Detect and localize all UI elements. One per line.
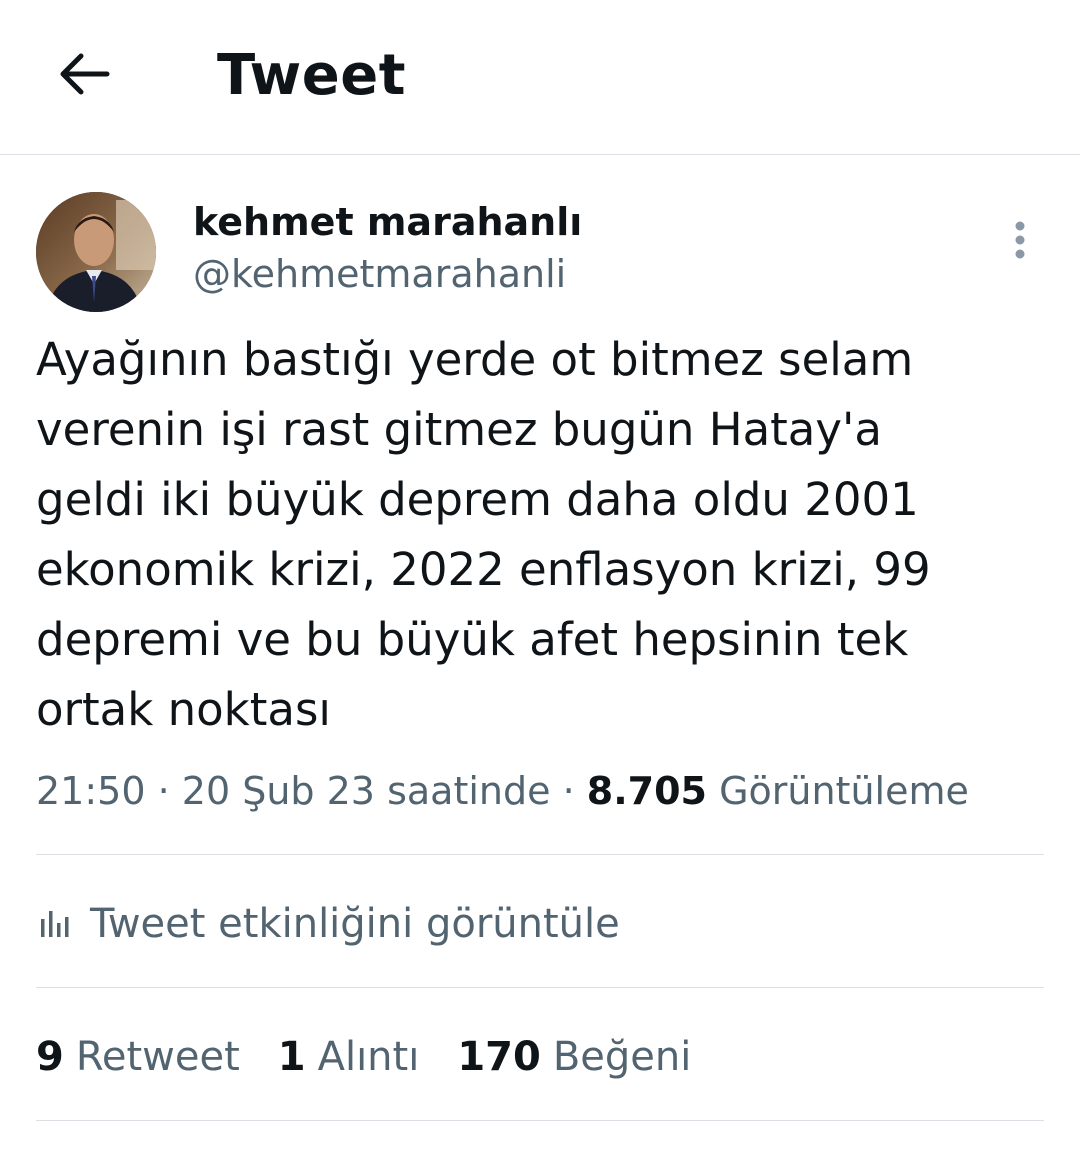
engagement-stats: 9 Retweet 1 Alıntı 170 Beğeni xyxy=(36,1030,691,1084)
page-title: Tweet xyxy=(217,43,407,108)
analytics-bars-icon xyxy=(41,911,69,937)
tweet-text-line: ekonomik krizi, 2022 enflasyon krizi, 99 xyxy=(36,543,931,596)
tweet-time[interactable]: 21:50 xyxy=(36,769,146,813)
divider xyxy=(36,987,1044,988)
tweet-text-line: Ayağının bastığı yerde ot bitmez selam xyxy=(36,333,914,386)
more-options-button[interactable] xyxy=(1000,214,1040,266)
avatar[interactable] xyxy=(36,192,156,312)
arrow-left-icon xyxy=(60,53,110,95)
view-tweet-activity-button[interactable]: Tweet etkinliğini görüntüle xyxy=(36,895,620,953)
tweet-meta: 21:50 · 20 Şub 23 saatinde · 8.705 Görün… xyxy=(36,765,969,817)
quotes-stat[interactable]: 1 Alıntı xyxy=(278,1030,420,1084)
tweet-text-line: depremi ve bu büyük afet hepsinin tek xyxy=(36,613,909,666)
meta-separator: · xyxy=(562,769,575,813)
author-handle[interactable]: @kehmetmarahanli xyxy=(193,250,566,298)
divider xyxy=(36,1120,1044,1121)
tweet-date[interactable]: 20 Şub 23 saatinde xyxy=(182,769,551,813)
likes-count: 170 xyxy=(457,1034,541,1080)
tweet-text-line: verenin işi rast gitmez bugün Hatay'a xyxy=(36,403,882,456)
activity-label: Tweet etkinliğini görüntüle xyxy=(90,901,620,947)
top-bar: Tweet xyxy=(0,0,1080,155)
views-label: Görüntüleme xyxy=(719,769,969,813)
retweets-count: 9 xyxy=(36,1034,64,1080)
tweet-text: Ayağının bastığı yerde ot bitmez selam v… xyxy=(36,325,1046,745)
tweet-text-line: ortak noktası xyxy=(36,683,331,736)
quotes-count: 1 xyxy=(277,1034,306,1080)
more-vertical-icon xyxy=(1015,221,1025,259)
likes-label: Beğeni xyxy=(552,1034,692,1080)
tweet-text-line: geldi iki büyük deprem daha oldu 2001 xyxy=(36,473,919,526)
retweets-stat[interactable]: 9 Retweet xyxy=(36,1030,240,1084)
quotes-label: Alıntı xyxy=(317,1034,420,1080)
views-count: 8.705 xyxy=(586,769,707,813)
divider xyxy=(36,854,1044,855)
likes-stat[interactable]: 170 Beğeni xyxy=(457,1030,691,1084)
meta-separator: · xyxy=(157,769,170,813)
profile-photo xyxy=(36,192,156,312)
author-display-name[interactable]: kehmet marahanlı xyxy=(193,198,582,246)
back-button[interactable] xyxy=(52,42,116,106)
retweets-label: Retweet xyxy=(75,1034,240,1080)
